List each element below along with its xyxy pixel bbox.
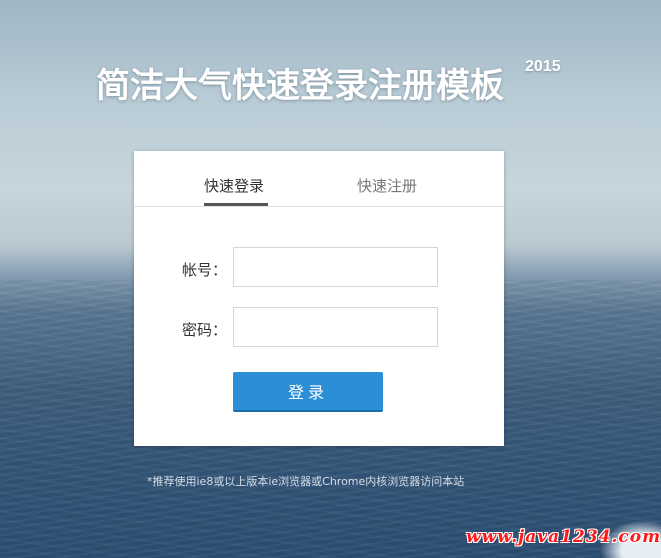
browser-recommendation-note: *推荐使用ie8或以上版本ie浏览器或Chrome内核浏览器访问本站 — [147, 475, 465, 488]
page-background: 简洁大气快速登录注册模板 2015 快速登录 快速注册 帐号： 密码： 登录 *… — [0, 0, 661, 558]
active-tab-indicator — [204, 203, 268, 206]
tab-quick-register[interactable]: 快速注册 — [357, 175, 417, 196]
page-title: 简洁大气快速登录注册模板 — [96, 66, 504, 106]
tab-quick-login[interactable]: 快速登录 — [204, 175, 264, 196]
password-label: 密码： — [182, 321, 228, 339]
tab-bar: 快速登录 快速注册 — [134, 151, 504, 207]
account-input[interactable] — [233, 247, 438, 287]
title-year-badge: 2015 — [525, 58, 561, 75]
login-panel: 快速登录 快速注册 帐号： 密码： 登录 — [134, 151, 504, 446]
site-watermark: www.java1234.com — [466, 527, 661, 547]
login-button[interactable]: 登录 — [233, 372, 383, 412]
password-input[interactable] — [233, 307, 438, 347]
account-label: 帐号： — [182, 261, 228, 279]
